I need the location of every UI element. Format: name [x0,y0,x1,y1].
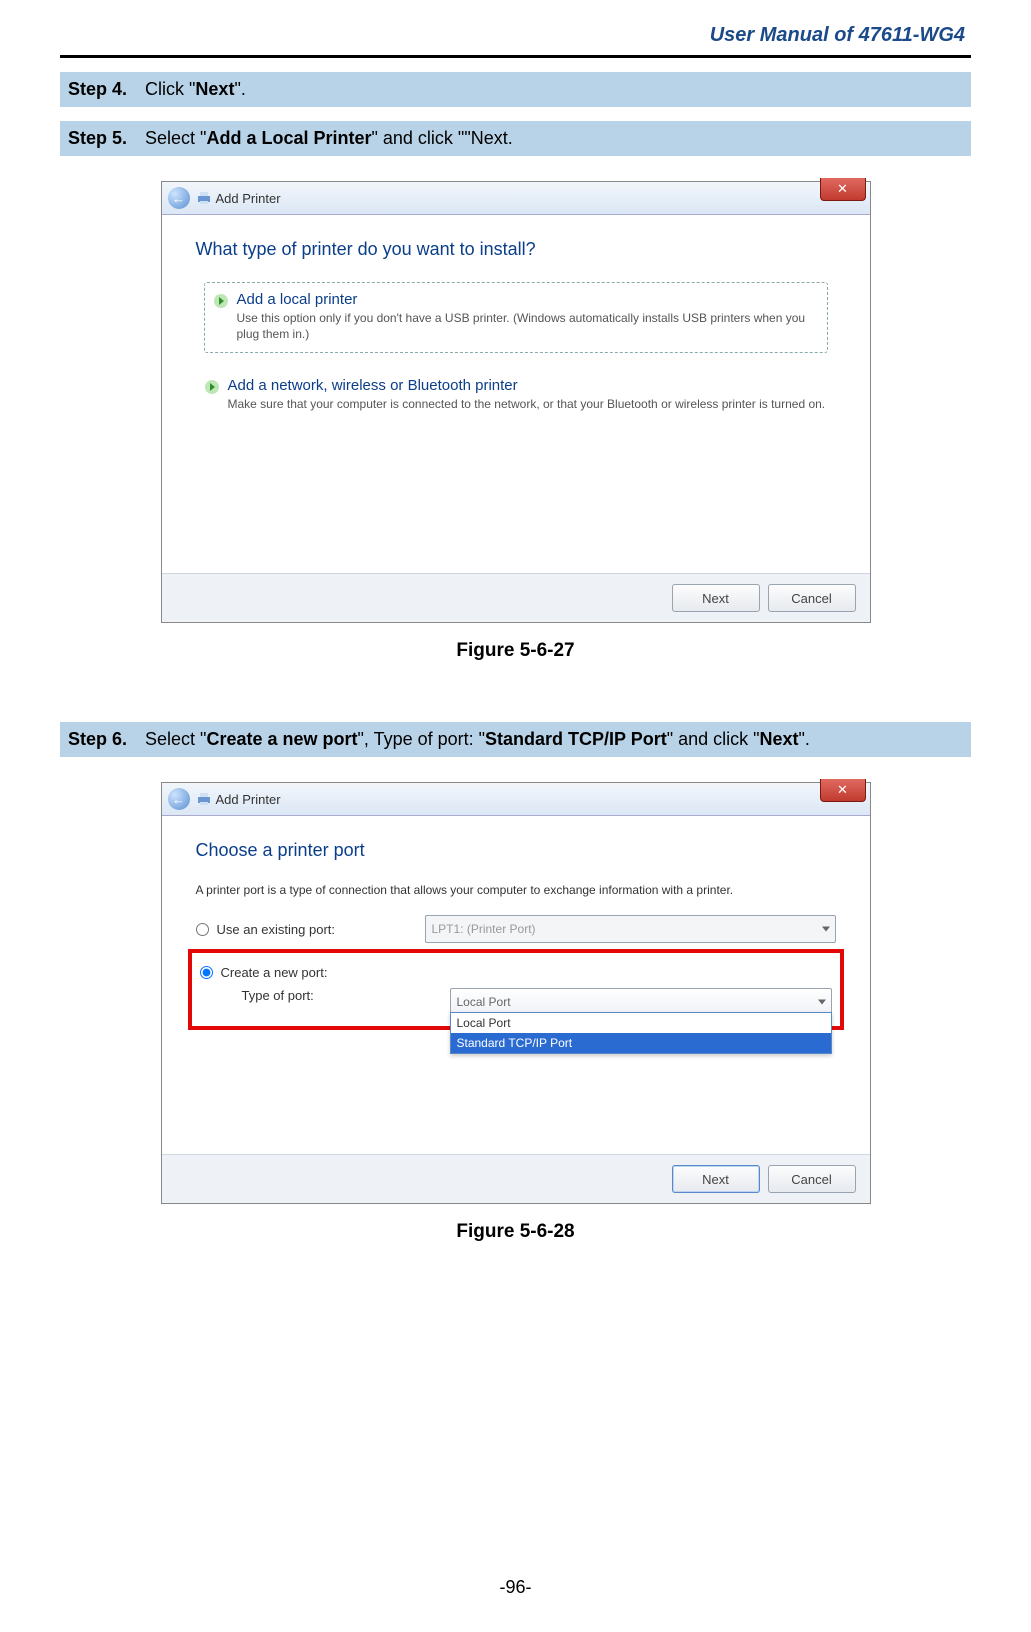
back-button-icon[interactable]: ← [168,187,190,209]
type-of-port-dropdown[interactable]: Local Port Local Port Standard TCP/IP Po… [450,988,832,1016]
type-of-port-value: Local Port [457,995,511,1009]
step-4-bold: Next [195,79,234,99]
option-local-sub: Use this option only if you don't have a… [237,311,819,342]
dialog2-heading: Choose a printer port [196,840,836,861]
radio-create-new[interactable]: Create a new port: [200,965,832,980]
dialog-add-printer-1: ← Add Printer ✕ What type of printer do … [162,182,870,622]
step-6-label: Step 6. [68,729,127,750]
step-5-label: Step 5. [68,128,127,149]
step-4-post: ". [234,79,245,99]
radio-existing-label: Use an existing port: [217,922,417,937]
existing-port-combo: LPT1: (Printer Port) [425,915,836,943]
step-4-label: Step 4. [68,79,127,100]
step-6-post: ". [799,729,810,749]
page-header: User Manual of 47611-WG4 [60,0,971,55]
header-rule [60,55,971,58]
dialog-add-printer-2: ← Add Printer ✕ Choose a printer port A … [162,783,870,1203]
next-button[interactable]: Next [672,1165,760,1193]
radio-existing-input[interactable] [196,923,209,936]
back-button-icon[interactable]: ← [168,788,190,810]
close-icon: ✕ [837,782,848,798]
dialog2-footer: Next Cancel [162,1154,870,1203]
close-button[interactable]: ✕ [820,779,866,802]
step-4-pre: Click " [145,79,195,99]
arrow-right-icon [213,293,229,309]
option-local-title: Add a local printer [237,291,819,308]
printer-icon [196,791,212,807]
dialog1-body: What type of printer do you want to inst… [162,215,870,573]
dialog1-heading: What type of printer do you want to inst… [196,239,836,260]
step-5-row: Step 5. Select "Add a Local Printer" and… [60,121,971,156]
close-icon: ✕ [837,181,848,197]
step-6-pre: Select " [145,729,206,749]
step-6-m1: ", Type of port: " [358,729,486,749]
chevron-down-icon [818,1000,826,1005]
option-add-local[interactable]: Add a local printer Use this option only… [204,282,828,353]
chevron-down-icon [822,927,830,932]
radio-create-label: Create a new port: [221,965,421,980]
step-4-row: Step 4. Click "Next". [60,72,971,107]
dialog1-titlebar: ← Add Printer ✕ [162,182,870,215]
radio-use-existing[interactable]: Use an existing port: LPT1: (Printer Por… [196,915,836,943]
step-5-post: " and click ""Next. [372,128,513,148]
option-network-sub: Make sure that your computer is connecte… [228,397,826,413]
step-5-text: Select "Add a Local Printer" and click "… [145,128,513,149]
dd-item-standard-tcpip[interactable]: Standard TCP/IP Port [451,1033,831,1053]
page-number: -96- [0,1577,1031,1598]
dialog2-titlebar: ← Add Printer ✕ [162,783,870,816]
step-6-text: Select "Create a new port", Type of port… [145,729,810,750]
dialog1-title: Add Printer [216,191,281,206]
figure-2: ← Add Printer ✕ Choose a printer port A … [60,783,971,1243]
step-6-row: Step 6. Select "Create a new port", Type… [60,722,971,757]
type-of-port-label: Type of port: [200,988,442,1003]
option-network-title: Add a network, wireless or Bluetooth pri… [228,377,826,394]
figure-1: ← Add Printer ✕ What type of printer do … [60,182,971,662]
step-6-b3: Next [760,729,799,749]
highlight-box: Create a new port: Type of port: Local P… [188,949,844,1030]
printer-icon [196,190,212,206]
step-6-b1: Create a new port [206,729,357,749]
arrow-right-icon [204,379,220,395]
next-button[interactable]: Next [672,584,760,612]
figure-1-caption: Figure 5-6-27 [456,640,574,662]
existing-port-value: LPT1: (Printer Port) [432,922,536,936]
dialog2-title: Add Printer [216,792,281,807]
dialog2-body: Choose a printer port A printer port is … [162,816,870,1154]
step-4-text: Click "Next". [145,79,246,100]
close-button[interactable]: ✕ [820,178,866,201]
dd-item-local-port[interactable]: Local Port [451,1013,831,1033]
radio-create-input[interactable] [200,966,213,979]
dialog1-footer: Next Cancel [162,573,870,622]
step-5-pre: Select " [145,128,206,148]
dialog2-subtext: A printer port is a type of connection t… [196,883,836,897]
figure-2-caption: Figure 5-6-28 [456,1221,574,1243]
cancel-button[interactable]: Cancel [768,1165,856,1193]
type-of-port-list[interactable]: Local Port Standard TCP/IP Port [450,1012,832,1054]
step-6-m2: " and click " [667,729,760,749]
cancel-button[interactable]: Cancel [768,584,856,612]
option-add-network[interactable]: Add a network, wireless or Bluetooth pri… [204,369,828,423]
step-6-b2: Standard TCP/IP Port [485,729,667,749]
step-5-bold: Add a Local Printer [206,128,371,148]
